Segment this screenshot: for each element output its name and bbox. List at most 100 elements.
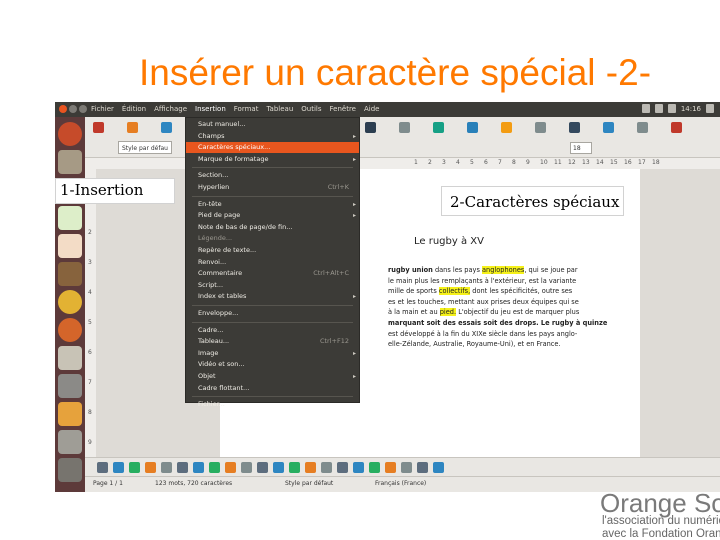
insert-menu-item[interactable]: Script...	[186, 280, 359, 291]
drawing-tool-icon[interactable]	[129, 462, 140, 473]
insert-menu-item[interactable]: Objet ▸	[186, 371, 359, 382]
insert-menu-item[interactable]: Index et tables ▸	[186, 291, 359, 302]
drawing-tool-icon[interactable]	[353, 462, 364, 473]
insert-menu-item-label: Marque de formatage	[198, 154, 269, 163]
document-area: 123456789 Le rugby à XV rugby union dans…	[85, 169, 720, 457]
insert-menu-item[interactable]: Légende...	[186, 233, 359, 244]
sound-icon[interactable]	[667, 104, 676, 113]
menu-affichage[interactable]: Affichage	[154, 103, 187, 116]
insert-menu-item[interactable]: Champs ▸	[186, 131, 359, 142]
network-icon[interactable]	[641, 104, 650, 113]
insert-menu-item[interactable]: En-tête ▸	[186, 199, 359, 210]
ruler-tick: 15	[610, 159, 618, 166]
vertical-ruler[interactable]: 123456789	[85, 169, 96, 457]
launcher	[55, 117, 85, 492]
toolbar-button-icon[interactable]	[467, 122, 478, 133]
insert-menu-item[interactable]: Repère de texte...	[186, 245, 359, 256]
insert-menu-item[interactable]: Hyperlien Ctrl+K	[186, 182, 359, 193]
drawing-tool-icon[interactable]	[177, 462, 188, 473]
insert-menu-item[interactable]: Enveloppe...	[186, 308, 359, 319]
drawing-tool-icon[interactable]	[289, 462, 300, 473]
horizontal-ruler[interactable]: 1 2 3 4 5 6 7 8 9 10 11 12 13 14 15 16 17 18	[85, 158, 720, 169]
insert-menu-item[interactable]: Tableau... Ctrl+F12	[186, 336, 359, 347]
insert-menu-item[interactable]: Fichier...	[186, 399, 359, 410]
calc-icon[interactable]	[58, 206, 82, 230]
insert-menu-item[interactable]: Renvoi...	[186, 257, 359, 268]
close-window-icon[interactable]	[59, 105, 67, 113]
drawing-tool-icon[interactable]	[305, 462, 316, 473]
impress-icon[interactable]	[58, 234, 82, 258]
menu-format[interactable]: Format	[234, 103, 259, 116]
paragraph-style-select[interactable]: Style par défau	[118, 141, 172, 154]
drawing-tool-icon[interactable]	[385, 462, 396, 473]
insert-menu-item[interactable]: Cadre flottant...	[186, 383, 359, 394]
insert-menu-item[interactable]: Section...	[186, 170, 359, 181]
toolbar-button-icon[interactable]	[365, 122, 376, 133]
settings-icon[interactable]	[706, 104, 714, 113]
drawing-tool-icon[interactable]	[113, 462, 124, 473]
ruler-tick: 13	[582, 159, 590, 166]
drawing-tool-icon[interactable]	[161, 462, 172, 473]
drawing-tool-icon[interactable]	[401, 462, 412, 473]
trash-icon[interactable]	[58, 458, 82, 482]
menu--dition[interactable]: Édition	[122, 103, 146, 116]
insert-menu-item[interactable]: Marque de formatage ▸	[186, 154, 359, 165]
files-icon[interactable]	[58, 150, 82, 174]
drawing-tool-icon[interactable]	[273, 462, 284, 473]
toolbar-button-icon[interactable]	[603, 122, 614, 133]
insert-menu-item[interactable]: Pied de page ▸	[186, 210, 359, 221]
toolbar-button-icon[interactable]	[535, 122, 546, 133]
insert-menu-item[interactable]: Caractères spéciaux...	[186, 142, 359, 154]
magnifier-icon[interactable]	[58, 262, 82, 286]
drawing-tool-icon[interactable]	[209, 462, 220, 473]
toolbar-button-icon[interactable]	[671, 122, 682, 133]
chrome-icon[interactable]	[58, 290, 82, 314]
menu-fichier[interactable]: Fichier	[91, 103, 114, 116]
menu-insertion[interactable]: Insertion	[195, 103, 226, 116]
maximize-window-icon[interactable]	[79, 105, 87, 113]
toolbar-button-icon[interactable]	[161, 122, 172, 133]
firefox-icon[interactable]	[58, 318, 82, 342]
clock[interactable]: 14:16	[681, 104, 701, 113]
text-run: mille de sports	[388, 287, 439, 296]
menu-aide[interactable]: Aide	[364, 103, 379, 116]
drawing-tool-icon[interactable]	[369, 462, 380, 473]
drawing-tool-icon[interactable]	[321, 462, 332, 473]
drawing-tool-icon[interactable]	[225, 462, 236, 473]
ruler-tick: 2	[428, 159, 432, 166]
insert-menu-item[interactable]: Note de bas de page/de fin...	[186, 222, 359, 233]
drawing-tool-icon[interactable]	[241, 462, 252, 473]
drawing-tool-icon[interactable]	[257, 462, 268, 473]
drive-icon[interactable]	[58, 430, 82, 454]
drawing-tool-icon[interactable]	[337, 462, 348, 473]
insert-menu-item[interactable]: Cadre...	[186, 325, 359, 336]
toolbar-button-icon[interactable]	[93, 122, 104, 133]
ubuntu-search-icon[interactable]	[58, 122, 82, 146]
insert-menu-item[interactable]: Vidéo et son...	[186, 359, 359, 370]
drawing-tool-icon[interactable]	[145, 462, 156, 473]
insert-menu-item[interactable]: Commentaire Ctrl+Alt+C	[186, 268, 359, 279]
battery-icon[interactable]	[654, 104, 663, 113]
toolbar-button-icon[interactable]	[433, 122, 444, 133]
drawing-tool-icon[interactable]	[433, 462, 444, 473]
toolbar-button-icon[interactable]	[399, 122, 410, 133]
font-size-select[interactable]: 18	[570, 142, 592, 154]
drawing-tool-icon[interactable]	[417, 462, 428, 473]
drawing-tool-icon[interactable]	[193, 462, 204, 473]
submenu-arrow-icon: ▸	[352, 200, 356, 208]
menu-fen-tre[interactable]: Fenêtre	[330, 103, 356, 116]
menu-tableau[interactable]: Tableau	[266, 103, 293, 116]
menu-outils[interactable]: Outils	[301, 103, 321, 116]
drawing-tool-icon[interactable]	[97, 462, 108, 473]
toolbar-button-icon[interactable]	[501, 122, 512, 133]
software-center-icon[interactable]	[58, 402, 82, 426]
toolbar-button-icon[interactable]	[127, 122, 138, 133]
insert-menu-item-label: Renvoi...	[198, 257, 227, 266]
minimize-window-icon[interactable]	[69, 105, 77, 113]
toolbar-button-icon[interactable]	[637, 122, 648, 133]
insert-menu-item[interactable]: Saut manuel...	[186, 119, 359, 130]
text-editor-icon[interactable]	[58, 346, 82, 370]
toolbar-button-icon[interactable]	[569, 122, 580, 133]
insert-menu-item[interactable]: Image ▸	[186, 348, 359, 359]
screenshot-tool-icon[interactable]	[58, 374, 82, 398]
